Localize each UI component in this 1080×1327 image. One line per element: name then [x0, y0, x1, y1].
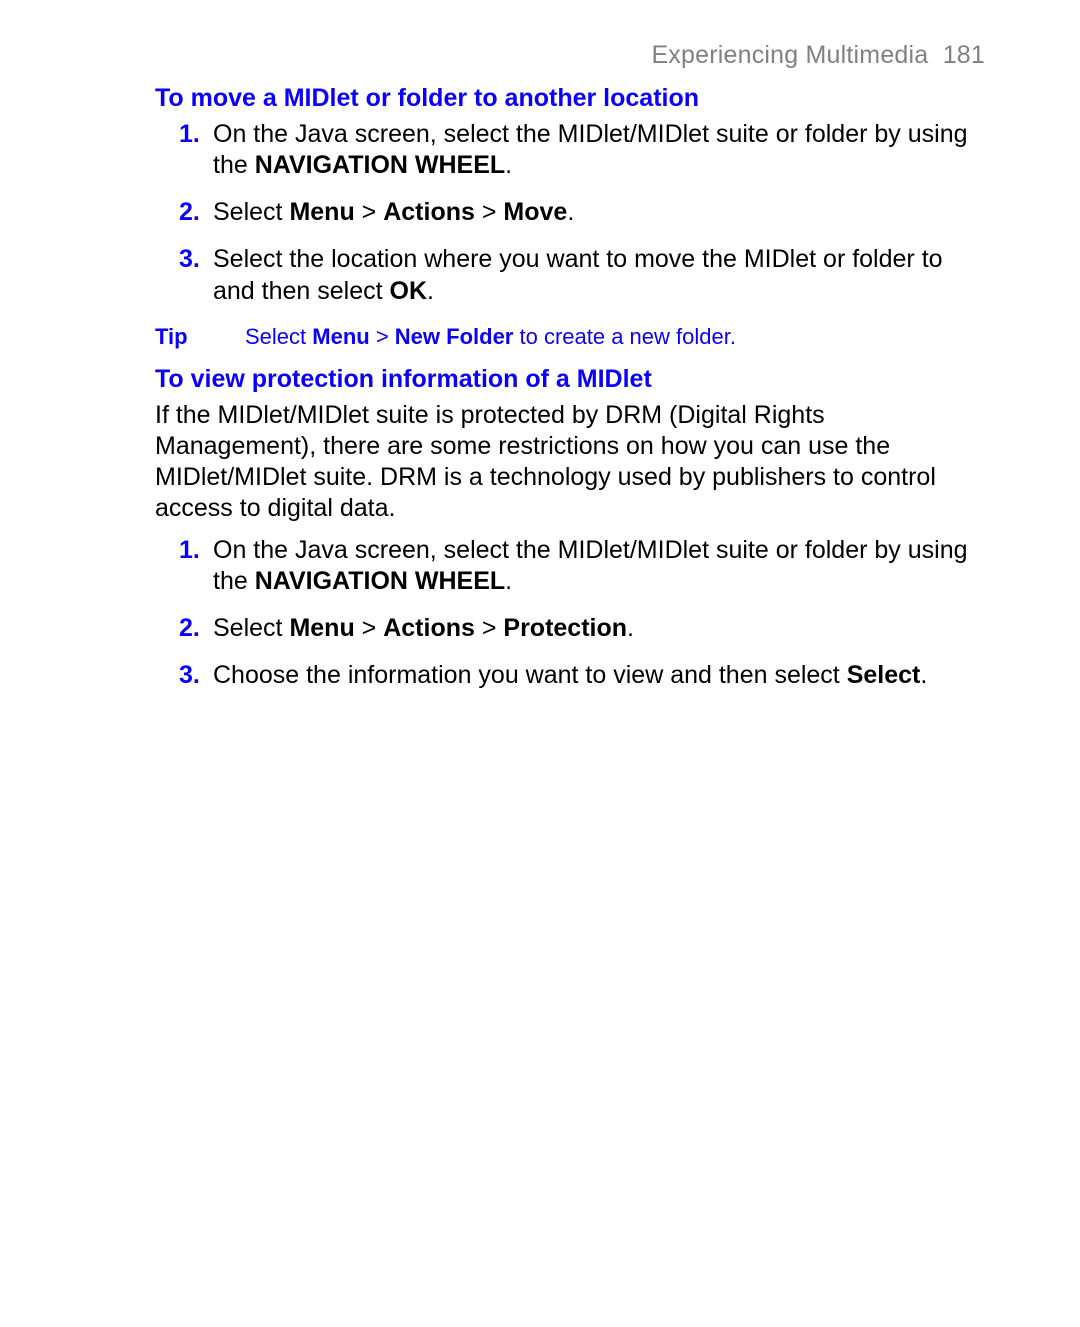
step-text: > [475, 198, 504, 226]
steps-list-protection: On the Java screen, select the MIDlet/MI… [155, 535, 985, 692]
step-bold: Menu [289, 614, 354, 642]
step-bold: NAVIGATION WHEEL [255, 567, 505, 595]
step-item: Choose the information you want to view … [213, 660, 985, 691]
step-text: > [355, 614, 384, 642]
step-text: . [505, 151, 512, 179]
tip-label: Tip [155, 323, 215, 351]
section-heading-protection: To view protection information of a MIDl… [155, 364, 985, 395]
page-number: 181 [943, 41, 985, 69]
step-text: . [567, 198, 574, 226]
step-text: . [920, 661, 927, 689]
step-text: . [627, 614, 634, 642]
section-paragraph: If the MIDlet/MIDlet suite is protected … [155, 400, 985, 525]
step-item: Select Menu > Actions > Move. [213, 197, 985, 228]
section-heading-move: To move a MIDlet or folder to another lo… [155, 83, 985, 114]
step-text: > [355, 198, 384, 226]
step-text: Select the location where you want to mo… [213, 245, 943, 304]
step-text: > [475, 614, 504, 642]
step-bold: Select [847, 661, 921, 689]
page-header: Experiencing Multimedia 181 [155, 40, 985, 71]
step-bold: NAVIGATION WHEEL [255, 151, 505, 179]
step-bold: OK [390, 277, 428, 305]
tip-bold: New Folder [395, 324, 514, 349]
step-bold: Protection [503, 614, 627, 642]
step-text: . [505, 567, 512, 595]
step-bold: Actions [383, 614, 475, 642]
page: Experiencing Multimedia 181 To move a MI… [0, 0, 1080, 692]
chapter-title: Experiencing Multimedia [651, 41, 928, 69]
tip-text-part: to create a new folder. [513, 324, 736, 349]
step-bold: Actions [383, 198, 475, 226]
step-item: On the Java screen, select the MIDlet/MI… [213, 535, 985, 598]
steps-list-move: On the Java screen, select the MIDlet/MI… [155, 119, 985, 307]
step-item: On the Java screen, select the MIDlet/MI… [213, 119, 985, 182]
tip-block: Tip Select Menu > New Folder to create a… [155, 323, 985, 351]
tip-text-part: > [370, 324, 395, 349]
step-text: . [427, 277, 434, 305]
step-bold: Menu [289, 198, 354, 226]
step-text: Select [213, 198, 289, 226]
tip-text: Select Menu > New Folder to create a new… [245, 323, 736, 351]
tip-bold: Menu [312, 324, 369, 349]
step-bold: Move [503, 198, 567, 226]
step-item: Select Menu > Actions > Protection. [213, 613, 985, 644]
step-text: Select [213, 614, 289, 642]
step-item: Select the location where you want to mo… [213, 244, 985, 307]
step-text: Choose the information you want to view … [213, 661, 847, 689]
tip-text-part: Select [245, 324, 312, 349]
